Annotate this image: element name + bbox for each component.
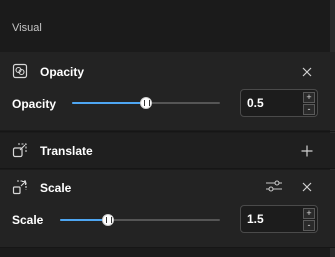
opacity-decrement-button[interactable]: - <box>303 104 315 115</box>
close-icon <box>302 67 312 77</box>
slider-thumb[interactable] <box>102 214 114 226</box>
slider-fill <box>72 102 146 104</box>
plus-icon <box>301 145 313 157</box>
translate-title: Translate <box>40 144 93 158</box>
divider <box>0 131 335 132</box>
scale-increment-button[interactable]: + <box>303 208 315 219</box>
opacity-row-label: Opacity <box>12 97 57 111</box>
scale-title: Scale <box>40 181 72 195</box>
divider <box>0 247 335 248</box>
slider-fill <box>60 219 108 221</box>
opacity-increment-button[interactable]: + <box>303 92 315 103</box>
scale-remove-button[interactable] <box>300 180 314 194</box>
scale-value[interactable]: 1.5 <box>247 212 264 226</box>
scale-row-label: Scale <box>12 213 44 227</box>
scale-group: Scale Scale 1.5 + - <box>0 170 335 247</box>
slider-thumb[interactable] <box>140 97 152 109</box>
opacity-icon <box>12 63 28 79</box>
opacity-group: Opacity Opacity 0.5 + - <box>0 52 335 130</box>
translate-icon <box>12 142 28 158</box>
scale-decrement-button[interactable]: - <box>303 220 315 231</box>
opacity-value[interactable]: 0.5 <box>247 96 264 110</box>
opacity-title: Opacity <box>40 65 85 79</box>
scale-slider[interactable] <box>60 212 220 228</box>
translate-add-button[interactable] <box>300 144 314 158</box>
section-title: Visual <box>12 22 42 34</box>
translate-group: Translate <box>0 133 335 168</box>
opacity-slider[interactable] <box>72 95 220 111</box>
scale-value-field[interactable]: 1.5 + - <box>240 205 318 233</box>
scale-icon <box>12 179 28 195</box>
opacity-remove-button[interactable] <box>300 65 314 79</box>
sliders-icon <box>266 180 282 192</box>
divider <box>0 168 335 169</box>
opacity-value-field[interactable]: 0.5 + - <box>240 89 318 117</box>
close-icon <box>302 182 312 192</box>
scale-settings-button[interactable] <box>265 179 283 193</box>
